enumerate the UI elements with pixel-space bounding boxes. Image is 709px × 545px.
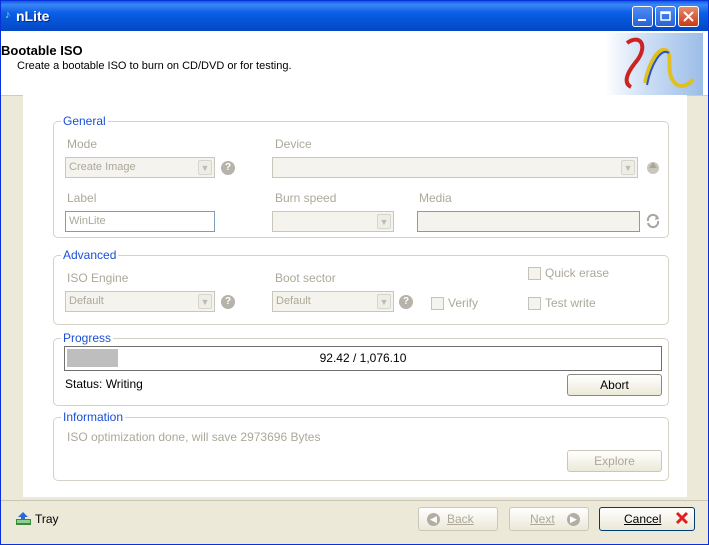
status-text: Status: Writing xyxy=(65,377,143,391)
mode-dropdown[interactable]: Create Image ▼ xyxy=(65,157,215,178)
cancel-label: Cancel xyxy=(624,512,662,526)
burn-speed-dropdown[interactable]: ▼ xyxy=(272,211,394,232)
chevron-down-icon: ▼ xyxy=(377,214,391,229)
verify-label: Verify xyxy=(448,296,479,310)
abort-button[interactable]: Abort xyxy=(567,374,662,396)
chevron-down-icon: ▼ xyxy=(377,294,391,309)
device-label: Device xyxy=(275,137,312,151)
iso-engine-help-icon[interactable]: ? xyxy=(221,295,235,309)
tray-label[interactable]: Tray xyxy=(35,512,59,526)
device-dropdown[interactable]: ▼ xyxy=(272,157,638,178)
media-label: Media xyxy=(419,191,452,205)
chevron-down-icon: ▼ xyxy=(198,160,212,175)
test-write-checkbox[interactable] xyxy=(528,297,541,310)
back-arrow-icon: ◀ xyxy=(427,513,440,526)
window-title: nLite xyxy=(16,8,50,24)
nlite-app-icon: ♪ xyxy=(5,9,11,21)
minimize-icon xyxy=(638,19,646,21)
tray-icon[interactable] xyxy=(15,511,31,525)
mode-value: Create Image xyxy=(69,161,136,173)
boot-sector-label: Boot sector xyxy=(275,271,336,285)
chevron-down-icon: ▼ xyxy=(198,294,212,309)
test-write-label: Test write xyxy=(545,296,596,310)
general-legend: General xyxy=(61,114,108,128)
close-button[interactable] xyxy=(678,6,699,27)
progress-text: 92.42 / 1,076.10 xyxy=(319,351,407,365)
explore-button[interactable]: Explore xyxy=(567,450,662,472)
maximize-button[interactable] xyxy=(655,6,676,27)
cancel-x-icon xyxy=(674,510,690,533)
refresh-icon[interactable] xyxy=(645,213,661,229)
app-window: ♪ nLite Bootable ISO Create a bootable I… xyxy=(0,0,709,545)
boot-sector-dropdown[interactable]: Default ▼ xyxy=(272,291,394,312)
back-button[interactable]: ◀ Back xyxy=(418,507,498,531)
progress-legend: Progress xyxy=(61,331,114,345)
label-value: WinLite xyxy=(69,215,106,227)
iso-engine-value: Default xyxy=(69,295,104,307)
page-title: Bootable ISO xyxy=(1,43,83,58)
mode-help-icon[interactable]: ? xyxy=(221,161,235,175)
next-button[interactable]: Next ▶ xyxy=(509,507,589,531)
quick-erase-label: Quick erase xyxy=(545,266,610,280)
information-legend: Information xyxy=(61,410,126,424)
label-input[interactable]: WinLite xyxy=(65,211,215,232)
page-header: Bootable ISO Create a bootable ISO to bu… xyxy=(1,31,708,96)
title-bar[interactable]: ♪ nLite xyxy=(1,1,708,31)
next-label: Next xyxy=(530,512,555,526)
iso-engine-dropdown[interactable]: Default ▼ xyxy=(65,291,215,312)
boot-sector-value: Default xyxy=(276,295,311,307)
next-arrow-icon: ▶ xyxy=(567,513,580,526)
mode-label: Mode xyxy=(67,137,98,151)
chevron-down-icon: ▼ xyxy=(621,160,635,175)
media-field xyxy=(417,211,640,232)
boot-sector-help-icon[interactable]: ? xyxy=(399,295,413,309)
nlite-logo xyxy=(605,33,703,95)
content-panel: General Mode Create Image ▼ ? Device ▼ L… xyxy=(23,95,687,497)
iso-engine-label: ISO Engine xyxy=(67,271,129,285)
close-icon xyxy=(683,11,694,22)
burn-speed-label: Burn speed xyxy=(275,191,337,205)
iso-label-label: Label xyxy=(67,191,97,205)
quick-erase-checkbox[interactable] xyxy=(528,267,541,280)
back-label: Back xyxy=(447,512,474,526)
footer-separator xyxy=(1,500,708,501)
page-subtitle: Create a bootable ISO to burn on CD/DVD … xyxy=(17,60,292,72)
maximize-icon xyxy=(660,11,671,21)
verify-checkbox[interactable] xyxy=(431,297,444,310)
advanced-legend: Advanced xyxy=(61,248,119,262)
minimize-button[interactable] xyxy=(632,6,653,27)
progress-bar: 92.42 / 1,076.10 xyxy=(64,346,662,371)
cancel-button[interactable]: Cancel xyxy=(599,507,695,531)
information-text: ISO optimization done, will save 2973696… xyxy=(67,430,321,444)
eject-icon[interactable] xyxy=(645,159,661,175)
